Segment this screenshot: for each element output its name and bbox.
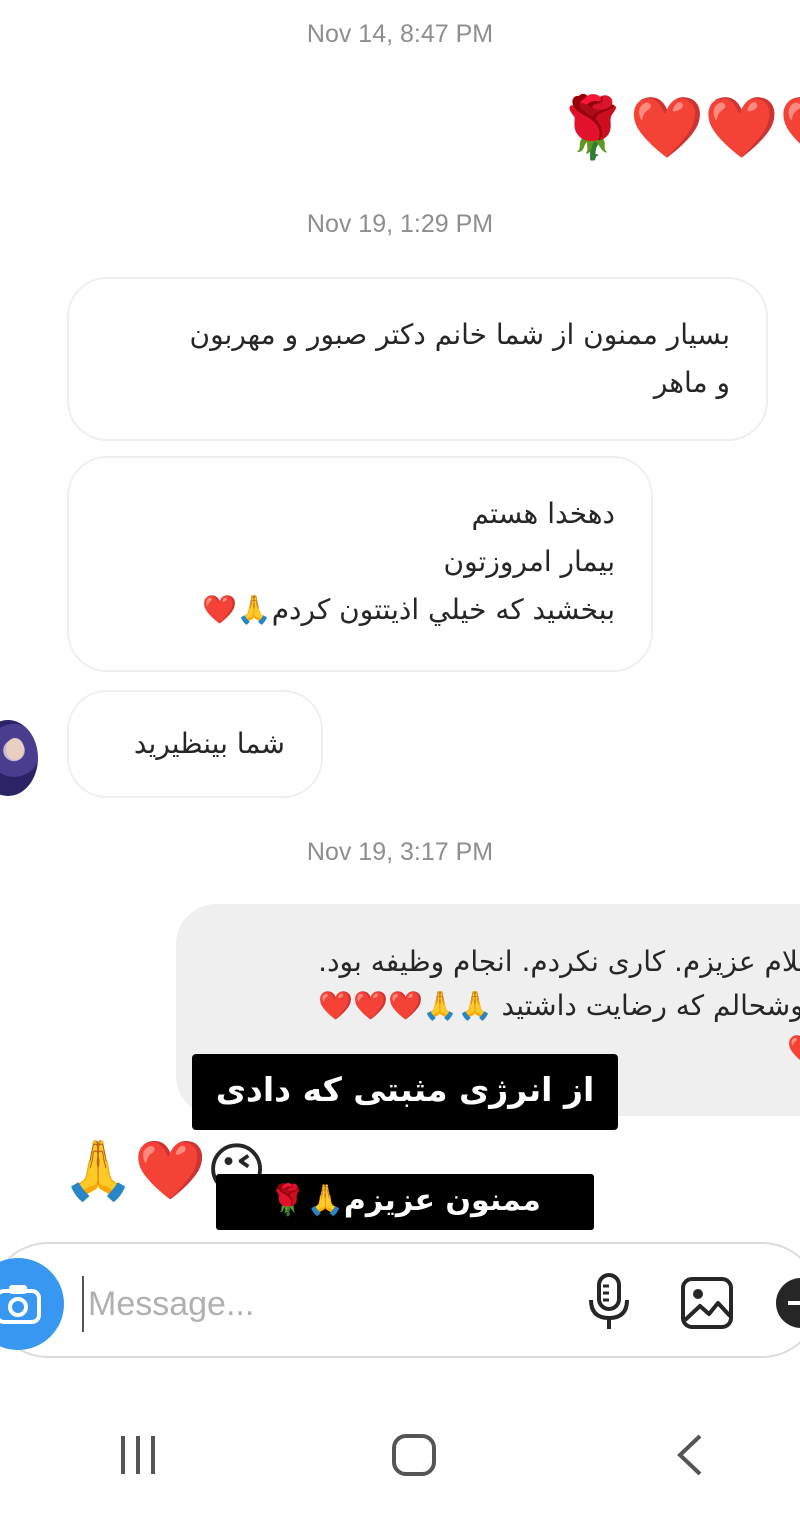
microphone-icon <box>589 1273 629 1329</box>
message-text: سلام عزیزم. کاری نکردم. انجام وظیفه بود. <box>318 945 800 978</box>
system-navigation-bar <box>0 1370 800 1513</box>
home-button[interactable] <box>390 1432 438 1482</box>
received-message-bubble[interactable]: بسيار ممنون از شما خانم دکتر صبور و مهرب… <box>67 277 768 441</box>
recent-apps-button[interactable] <box>118 1432 158 1482</box>
camera-icon <box>0 1285 41 1324</box>
timestamp: Nov 19, 1:29 PM <box>306 210 494 238</box>
message-text: و ماهر <box>653 366 730 399</box>
add-button[interactable] <box>774 1276 800 1330</box>
message-text: بسيار ممنون از شما خانم دکتر صبور و مهرب… <box>189 318 731 351</box>
timestamp: Nov 19, 3:17 PM <box>306 838 494 866</box>
message-text: بيمار امروزتون <box>443 545 615 578</box>
microphone-button[interactable] <box>586 1272 632 1332</box>
received-message-bubble[interactable]: دهخدا هستم بيمار امروزتون ببخشيد که خيلي… <box>67 456 653 672</box>
sent-emoji-message[interactable]: 🌹❤️❤️❤️ <box>555 88 800 168</box>
avatar-face <box>6 738 24 760</box>
recent-apps-icon <box>121 1436 155 1474</box>
add-icon <box>776 1278 800 1328</box>
gallery-icon <box>681 1277 733 1329</box>
caption-overlay: ممنون عزیزم🙏🌹 <box>216 1174 594 1230</box>
message-text: شما بينظيريد <box>133 727 285 760</box>
home-icon <box>392 1434 436 1476</box>
caption-overlay: از انرژی مثبتی که دادی <box>192 1054 618 1130</box>
message-text: ببخشيد که خيلي اذيتتون کردم🙏❤️ <box>201 593 615 626</box>
message-text: دهخدا هستم <box>471 497 615 530</box>
back-icon <box>677 1434 702 1476</box>
received-message-bubble[interactable]: شما بينظيريد <box>67 690 323 798</box>
back-button[interactable] <box>672 1432 706 1482</box>
sender-avatar[interactable] <box>0 720 38 796</box>
message-input[interactable] <box>82 1276 548 1332</box>
timestamp: Nov 14, 8:47 PM <box>306 20 494 48</box>
message-text: خوشحالم که رضایت داشتید 🙏🙏❤️❤️❤️ <box>318 989 800 1022</box>
gallery-button[interactable] <box>680 1276 734 1330</box>
